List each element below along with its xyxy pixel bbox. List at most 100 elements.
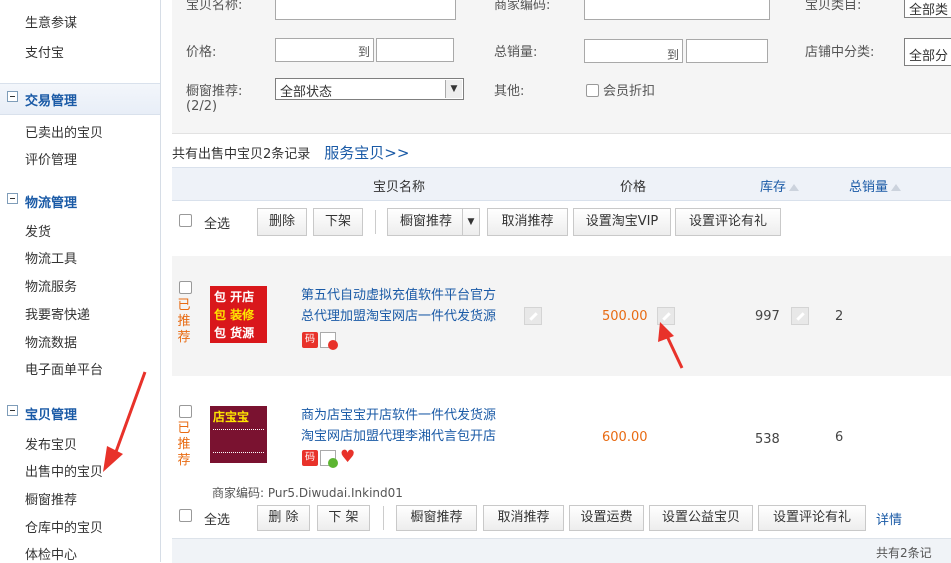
- collapse-icon[interactable]: [7, 405, 18, 416]
- recommended-label: 已推荐: [177, 421, 191, 468]
- product-title-link[interactable]: 商为店宝宝开店软件一件代发货源 淘宝网店加盟代理李湘代言包开店: [301, 405, 496, 447]
- sidebar-item-business-advisor[interactable]: 生意参谋: [25, 12, 77, 31]
- footer-bar: 共有2条记: [172, 538, 951, 563]
- thumb-text: 店宝宝: [213, 410, 250, 424]
- sidebar-item-checkup[interactable]: 体检中心: [25, 544, 77, 563]
- collapse-icon[interactable]: [7, 193, 18, 204]
- select-all-label: 全选: [204, 217, 231, 232]
- product-title-line: 总代理加盟淘宝网店一件代发货源: [301, 309, 497, 324]
- merchant-code-input[interactable]: [584, 0, 770, 20]
- annotation-arrow-icon: [658, 322, 684, 369]
- set-review-gift-button[interactable]: 设置评论有礼: [675, 208, 781, 236]
- product-thumbnail[interactable]: 店宝宝: [210, 406, 267, 463]
- set-review-gift-button[interactable]: 设置评论有礼: [758, 505, 866, 531]
- window-count: (2/2): [186, 99, 218, 114]
- product-price: 500.00: [602, 309, 648, 324]
- product-stock: 538: [755, 432, 780, 447]
- sort-icon: [891, 184, 902, 191]
- shop-category-select[interactable]: 全部分: [904, 38, 951, 66]
- category-select-value: 全部类: [909, 3, 949, 18]
- col-header-name: 宝贝名称: [373, 180, 426, 195]
- category-select[interactable]: 全部类: [904, 0, 951, 18]
- merchant-code-label: 商家编码:: [494, 0, 551, 13]
- cancel-recommend-button[interactable]: 取消推荐: [483, 505, 564, 531]
- code-badge-icon: 码: [302, 332, 318, 348]
- col-header-sales[interactable]: 总销量: [849, 176, 902, 195]
- product-sales: 2: [835, 309, 844, 324]
- sidebar-section-trade[interactable]: 交易管理: [0, 83, 160, 115]
- other-label: 其他:: [494, 84, 525, 99]
- off-shelf-button[interactable]: 下架: [313, 208, 363, 236]
- sidebar-item-ship[interactable]: 发货: [25, 221, 51, 240]
- product-sales: 6: [835, 430, 844, 445]
- sort-icon: [789, 184, 800, 191]
- sidebar-item-warehouse[interactable]: 仓库中的宝贝: [25, 517, 103, 536]
- price-to-label: 到: [358, 45, 371, 59]
- window-status-select[interactable]: 全部状态 ▼: [275, 78, 464, 100]
- price-max-input[interactable]: [376, 38, 454, 62]
- sidebar-item-sold-items[interactable]: 已卖出的宝贝: [25, 122, 103, 141]
- set-charity-button[interactable]: 设置公益宝贝: [649, 505, 753, 531]
- dropdown-arrow-icon[interactable]: ▼: [462, 209, 479, 235]
- batch-toolbar-top: 全选 删除 下架 橱窗推荐 ▼ 取消推荐 设置淘宝VIP 设置评论有礼: [172, 206, 951, 246]
- toolbar-divider: [375, 210, 376, 234]
- col-header-stock[interactable]: 库存: [760, 176, 800, 195]
- sidebar-item-publish[interactable]: 发布宝贝: [25, 434, 77, 453]
- select-all-checkbox[interactable]: [179, 509, 192, 522]
- edit-title-icon[interactable]: [524, 307, 542, 325]
- main-content: 宝贝名称: 商家编码: 宝贝类目: 全部类 价格: 到 总销量: 到 店铺中分类…: [172, 0, 951, 563]
- delete-button[interactable]: 删 除: [257, 505, 310, 531]
- collapse-icon[interactable]: [7, 91, 18, 102]
- sidebar-section-logistics[interactable]: 物流管理: [0, 186, 160, 212]
- window-recommend-label: 橱窗推荐: [400, 214, 453, 229]
- delete-button[interactable]: 删除: [257, 208, 307, 236]
- thumb-text: 包 开店: [214, 290, 255, 304]
- sidebar-section-title: 宝贝管理: [25, 408, 78, 423]
- window-status-value: 全部状态: [280, 85, 333, 100]
- service-items-link[interactable]: 服务宝贝>>: [324, 144, 409, 162]
- member-discount-checkbox[interactable]: [586, 84, 599, 97]
- record-summary: 共有出售中宝贝2条记录 服务宝贝>>: [172, 142, 409, 163]
- off-shelf-button[interactable]: 下 架: [317, 505, 370, 531]
- sidebar-item-send-express[interactable]: 我要寄快递: [25, 304, 90, 323]
- code-badge-icon: 码: [302, 450, 318, 466]
- item-name-input[interactable]: [275, 0, 456, 20]
- product-title-link[interactable]: 第五代自动虚拟充值软件平台官方 总代理加盟淘宝网店一件代发货源: [301, 285, 496, 327]
- shop-category-value: 全部分: [909, 49, 949, 64]
- record-count-text: 共有出售中宝贝2条记录: [172, 147, 311, 162]
- sidebar-item-logistics-tools[interactable]: 物流工具: [25, 248, 77, 267]
- set-vip-button[interactable]: 设置淘宝VIP: [573, 208, 671, 236]
- cancel-recommend-button[interactable]: 取消推荐: [487, 208, 568, 236]
- sidebar-item-e-waybill[interactable]: 电子面单平台: [25, 359, 103, 378]
- filter-panel: 宝贝名称: 商家编码: 宝贝类目: 全部类 价格: 到 总销量: 到 店铺中分类…: [172, 0, 951, 134]
- sidebar-item-alipay[interactable]: 支付宝: [25, 42, 64, 61]
- details-link[interactable]: 详情: [876, 509, 902, 528]
- verified-badge-icon: [320, 450, 338, 468]
- select-all-label: 全选: [204, 513, 231, 528]
- sidebar-item-window[interactable]: 橱窗推荐: [25, 489, 77, 508]
- annotation-arrow-icon: [103, 371, 147, 472]
- select-all-checkbox[interactable]: [179, 214, 192, 227]
- col-header-sales-label: 总销量: [849, 180, 889, 195]
- sidebar-item-on-sale[interactable]: 出售中的宝贝: [25, 461, 103, 480]
- window-recommend-button[interactable]: 橱窗推荐: [396, 505, 477, 531]
- item-name-label: 宝贝名称:: [186, 0, 243, 13]
- window-recommend-button[interactable]: 橱窗推荐 ▼: [387, 208, 480, 236]
- sidebar-item-logistics-service[interactable]: 物流服务: [25, 276, 77, 295]
- product-price: 600.00: [602, 430, 648, 445]
- heart-icon: ♥: [340, 447, 356, 467]
- edit-stock-icon[interactable]: [791, 307, 809, 325]
- table-row: 已推荐 包 开店 包 装修 包 货源 第五代自动虚拟充值软件平台官方 总代理加盟…: [172, 256, 951, 376]
- sidebar-item-reviews[interactable]: 评价管理: [25, 149, 77, 168]
- product-thumbnail[interactable]: 包 开店 包 装修 包 货源: [210, 286, 267, 343]
- row-checkbox[interactable]: [179, 405, 192, 418]
- price-label: 价格:: [186, 45, 217, 60]
- set-shipping-button[interactable]: 设置运费: [569, 505, 644, 531]
- col-header-price: 价格: [620, 180, 647, 195]
- product-title-line: 第五代自动虚拟充值软件平台官方: [301, 288, 497, 303]
- table-header: 宝贝名称 价格 库存 总销量: [172, 167, 951, 201]
- row-checkbox[interactable]: [179, 281, 192, 294]
- member-discount-label: 会员折扣: [603, 84, 656, 99]
- sales-max-input[interactable]: [686, 39, 768, 63]
- sidebar-item-logistics-data[interactable]: 物流数据: [25, 332, 77, 351]
